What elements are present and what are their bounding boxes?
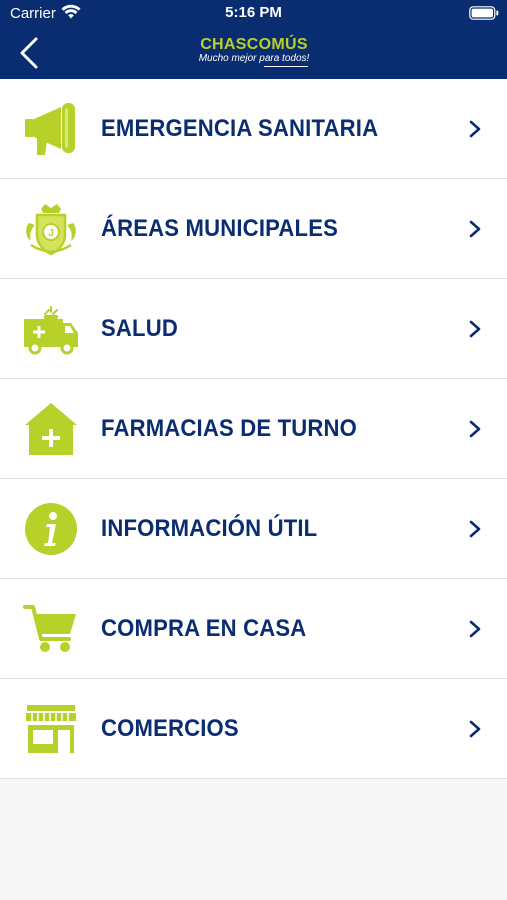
menu-item-salud[interactable]: SALUD [0, 279, 507, 379]
info-icon [25, 503, 77, 555]
back-button[interactable] [14, 36, 44, 70]
menu-item-label: INFORMACIÓN ÚTIL [101, 515, 318, 542]
status-bar: Carrier 5:16 PM [0, 0, 507, 28]
app-logo: CHASCOMÚS Mucho mejor para todos! [190, 36, 318, 72]
chevron-right-icon [469, 120, 481, 138]
chevron-right-icon [469, 320, 481, 338]
chevron-right-icon [469, 220, 481, 238]
menu-item-informacion-util[interactable]: INFORMACIÓN ÚTIL [0, 479, 507, 579]
main-menu: EMERGENCIA SANITARIA J ÁREAS MUNICIPALES [0, 79, 507, 779]
logo-tagline: Mucho mejor para todos! [198, 53, 310, 64]
menu-item-emergencia-sanitaria[interactable]: EMERGENCIA SANITARIA [0, 79, 507, 179]
menu-item-label: COMPRA EN CASA [101, 615, 307, 642]
chevron-right-icon [469, 420, 481, 438]
shopping-cart-icon [23, 605, 76, 652]
menu-item-farmacias-de-turno[interactable]: FARMACIAS DE TURNO [0, 379, 507, 479]
chevron-right-icon [469, 720, 481, 738]
menu-item-label: FARMACIAS DE TURNO [101, 415, 358, 442]
menu-item-label: SALUD [101, 315, 178, 342]
chevron-right-icon [469, 620, 481, 638]
storefront-icon [26, 705, 76, 753]
menu-item-comercios[interactable]: COMERCIOS [0, 679, 507, 779]
nav-header: Carrier 5:16 PM CHASCOMÚS Mucho mejor pa… [0, 0, 507, 79]
clock: 5:16 PM [225, 4, 282, 21]
ambulance-icon [24, 306, 78, 355]
menu-item-label: COMERCIOS [101, 715, 239, 742]
menu-item-label: ÁREAS MUNICIPALES [101, 215, 339, 242]
logo-underline [264, 66, 308, 67]
megaphone-icon [25, 103, 75, 155]
municipal-crest-icon: J [26, 204, 76, 256]
logo-title: CHASCOMÚS [200, 36, 308, 53]
pharmacy-icon [25, 403, 77, 455]
menu-item-compra-en-casa[interactable]: COMPRA EN CASA [0, 579, 507, 679]
chevron-right-icon [469, 520, 481, 538]
svg-text:J: J [48, 228, 54, 239]
menu-item-areas-municipales[interactable]: J ÁREAS MUNICIPALES [0, 179, 507, 279]
battery-icon [469, 6, 499, 20]
menu-item-label: EMERGENCIA SANITARIA [101, 115, 379, 142]
